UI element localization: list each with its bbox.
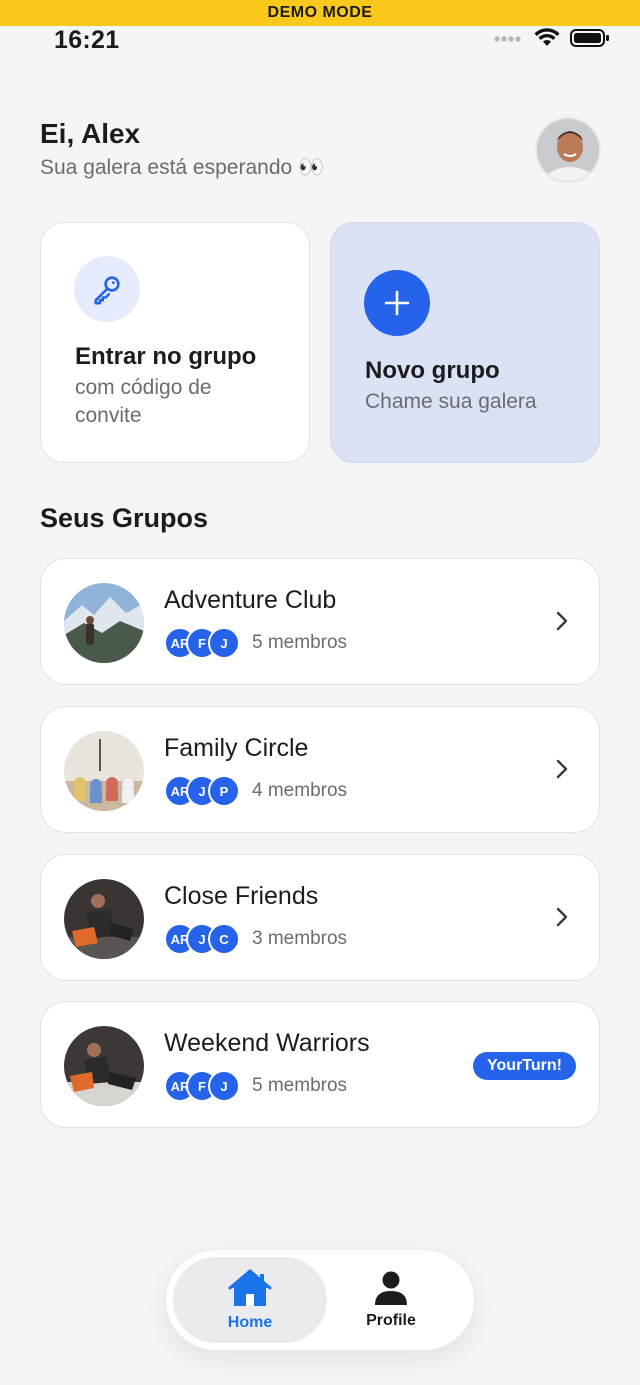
- member-avatar: J: [208, 1070, 240, 1102]
- battery-icon: [570, 29, 609, 47]
- new-group-subtitle: Chame sua galera: [365, 390, 537, 413]
- member-avatars: AR J C: [164, 923, 240, 955]
- new-group-card[interactable]: Novo grupo Chame sua galera: [330, 222, 600, 463]
- house-icon: [228, 1269, 272, 1306]
- status-time: 16:21: [54, 26, 120, 54]
- group-photo: [64, 731, 144, 811]
- group-photo: [64, 1026, 144, 1106]
- member-avatars: AR F J: [164, 627, 240, 659]
- join-group-subtitle-line2: convite: [75, 404, 142, 427]
- join-group-subtitle-line1: com código de: [75, 376, 212, 399]
- member-avatars: AR J P: [164, 775, 240, 807]
- member-avatar: P: [208, 775, 240, 807]
- key-icon: [94, 276, 120, 305]
- status-icons: [494, 28, 610, 48]
- your-turn-badge: YourTurn!: [473, 1052, 576, 1080]
- status-bar: 16:21: [0, 26, 640, 56]
- greeting-title: Ei, Alex: [40, 118, 141, 149]
- group-name: Close Friends: [164, 882, 319, 910]
- tab-home-label: Home: [227, 1314, 273, 1331]
- person-icon: [375, 1271, 407, 1305]
- tab-bar: Home Profile: [165, 1249, 475, 1351]
- tab-home[interactable]: Home: [173, 1257, 327, 1343]
- plus-icon: [384, 290, 410, 316]
- avatar-photo: [537, 119, 599, 181]
- demo-mode-banner: DEMO MODE: [0, 0, 640, 26]
- member-row: AR J P 4 membros: [164, 775, 347, 807]
- join-group-card[interactable]: Entrar no grupo com código de convite: [40, 222, 310, 463]
- group-card-family-circle[interactable]: Family Circle AR J P 4 membros: [40, 706, 600, 833]
- chevron-right-icon: [556, 759, 568, 779]
- group-name: Family Circle: [164, 734, 309, 762]
- groups-section-title: Seus Grupos: [40, 503, 209, 533]
- group-name: Adventure Club: [164, 586, 337, 614]
- new-group-title: Novo grupo: [365, 357, 500, 384]
- member-count: 5 membros: [252, 632, 348, 653]
- chevron-right-icon: [556, 907, 568, 927]
- key-icon-circle: [74, 256, 140, 322]
- signal-icon: [494, 36, 521, 42]
- group-photo: [64, 879, 144, 959]
- group-card-weekend-warriors[interactable]: Weekend Warriors AR F J 5 membros YourTu…: [40, 1001, 600, 1128]
- member-avatar: C: [208, 923, 240, 955]
- wifi-icon: [534, 28, 560, 46]
- group-card-adventure-club[interactable]: Adventure Club AR F J 5 membros: [40, 558, 600, 685]
- member-row: AR F J 5 membros: [164, 627, 347, 659]
- tab-profile-label: Profile: [366, 1312, 416, 1329]
- chevron-right-icon: [556, 611, 568, 631]
- member-row: AR J C 3 membros: [164, 923, 347, 955]
- greeting-subtitle: Sua galera está esperando 👀: [40, 156, 325, 179]
- member-count: 5 membros: [252, 1075, 348, 1096]
- group-card-close-friends[interactable]: Close Friends AR J C 3 membros: [40, 854, 600, 981]
- member-count: 3 membros: [252, 928, 348, 949]
- plus-icon-circle: [364, 270, 430, 336]
- user-avatar[interactable]: [535, 117, 601, 183]
- tab-profile[interactable]: Profile: [314, 1257, 468, 1343]
- member-avatar: J: [208, 627, 240, 659]
- member-count: 4 membros: [252, 780, 348, 801]
- member-row: AR F J 5 membros: [164, 1070, 347, 1102]
- greeting: Ei, Alex Sua galera está esperando 👀: [40, 118, 324, 180]
- group-name: Weekend Warriors: [164, 1029, 370, 1057]
- member-avatars: AR F J: [164, 1070, 240, 1102]
- join-group-title: Entrar no grupo: [75, 343, 257, 370]
- group-photo: [64, 583, 144, 663]
